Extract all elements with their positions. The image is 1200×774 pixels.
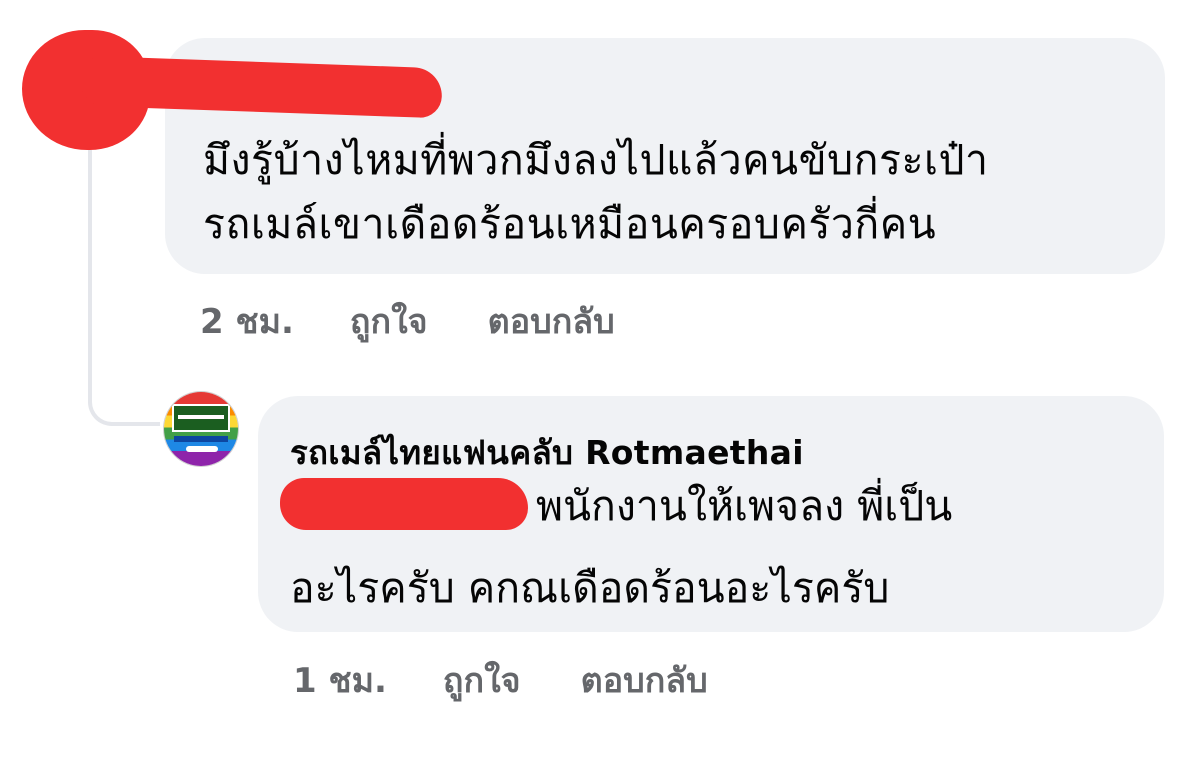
reply-button[interactable]: ตอบกลับ — [581, 653, 708, 707]
reply-button[interactable]: ตอบกลับ — [488, 294, 615, 348]
logo-script — [186, 446, 218, 452]
comment-actions: 2 ชม. ถูกใจ ตอบกลับ — [200, 294, 615, 348]
logo-band — [174, 436, 228, 442]
comment-body: มึงรู้บ้างไหมที่พวกมึงลงไปแล้วคนขับกระเป… — [203, 128, 989, 256]
like-button[interactable]: ถูกใจ — [350, 294, 428, 348]
avatar[interactable] — [164, 392, 238, 466]
redacted-mention — [280, 478, 528, 530]
comment-actions: 1 ชม. ถูกใจ ตอบกลับ — [293, 653, 708, 707]
comment-line: พนักงานให้เพจลง พี่เป็น — [536, 482, 953, 530]
page-logo-icon — [172, 404, 230, 432]
comment-timestamp[interactable]: 2 ชม. — [200, 294, 294, 348]
comment-thread: มึงรู้บ้างไหมที่พวกมึงลงไปแล้วคนขับกระเป… — [0, 0, 1200, 774]
comment-author-name[interactable]: รถเมล์ไทยแฟนคลับ Rotmaethai — [290, 426, 804, 479]
comment-line: รถเมล์เขาเดือดร้อนเหมือนครอบครัวกี่คน — [203, 200, 937, 248]
reply-bubble[interactable]: รถเมล์ไทยแฟนคลับ Rotmaethai พนักงานให้เพ… — [258, 396, 1164, 632]
comment-line: มึงรู้บ้างไหมที่พวกมึงลงไปแล้วคนขับกระเป… — [203, 136, 989, 184]
like-button[interactable]: ถูกใจ — [443, 653, 521, 707]
comment-line: อะไรครับ คกณเดือดร้อนอะไรครับ — [290, 564, 890, 612]
thread-connector-line — [88, 150, 160, 426]
comment-timestamp[interactable]: 1 ชม. — [293, 653, 387, 707]
